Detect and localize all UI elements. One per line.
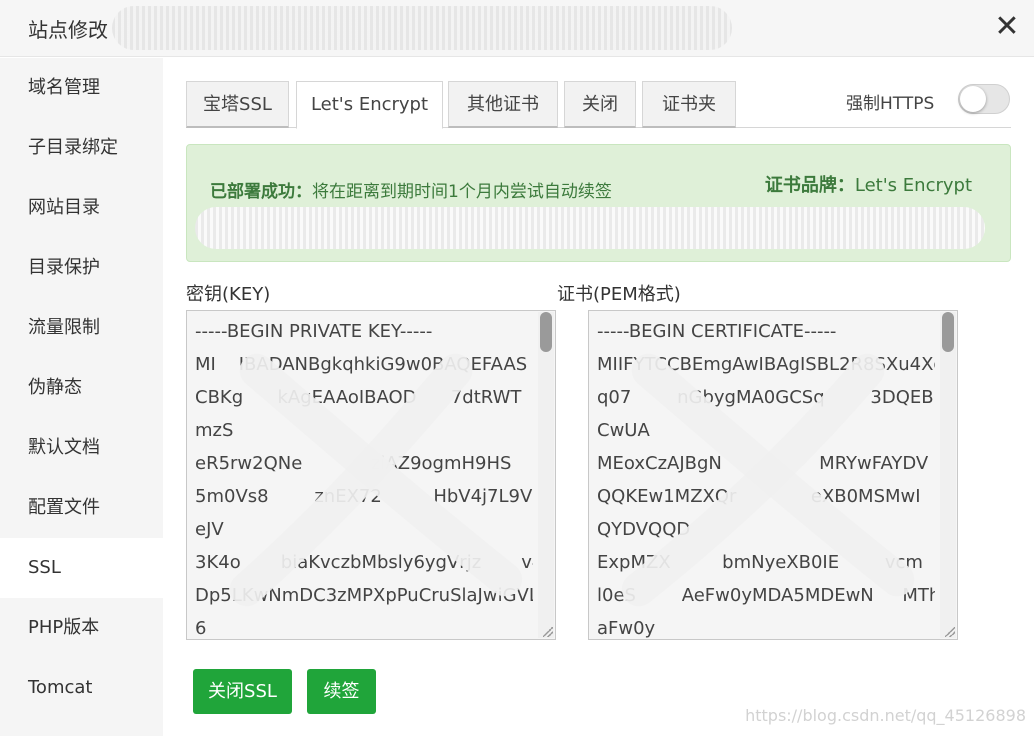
cert-brand-value: Let's Encrypt xyxy=(854,175,972,196)
private-key-textarea[interactable]: -----BEGIN PRIVATE KEY----- MI IBADANBgkq… xyxy=(186,310,556,640)
sidebar-item-traffic-limit[interactable]: 流量限制 xyxy=(0,298,163,358)
tab-baota-ssl[interactable]: 宝塔SSL xyxy=(186,81,289,128)
close-icon[interactable]: ✕ xyxy=(992,12,1022,42)
redacted-site-name xyxy=(112,6,732,50)
watermark: https://blog.csdn.net/qq_45126898 xyxy=(745,706,1026,725)
renew-button[interactable]: 续签 xyxy=(307,669,376,714)
sidebar-item-rewrite[interactable]: 伪静态 xyxy=(0,358,163,418)
sidebar-item-subdir-binding[interactable]: 子目录绑定 xyxy=(0,118,163,178)
tab-lets-encrypt[interactable]: Let's Encrypt xyxy=(296,81,443,129)
cert-brand-prefix: 证书品牌： xyxy=(764,175,855,196)
title-bar: 站点修改 ✕ xyxy=(0,0,1034,57)
cert-scrollbar-thumb[interactable] xyxy=(942,312,954,352)
sidebar-item-site-dir[interactable]: 网站目录 xyxy=(0,178,163,238)
sidebar: 域名管理 子目录绑定 网站目录 目录保护 流量限制 伪静态 默认文档 配置文件 … xyxy=(0,58,163,736)
cert-brand: 证书品牌：Let's Encrypt xyxy=(765,171,972,197)
tab-other-cert[interactable]: 其他证书 xyxy=(448,81,558,128)
tab-close[interactable]: 关闭 xyxy=(564,81,636,128)
certificate-text: -----BEGIN CERTIFICATE----- MIIFYTCCBEmgA… xyxy=(597,321,935,639)
sidebar-item-php-version[interactable]: PHP版本 xyxy=(0,598,163,658)
sidebar-item-ssl[interactable]: SSL xyxy=(0,538,163,598)
toggle-knob xyxy=(960,86,986,112)
sidebar-item-tomcat[interactable]: Tomcat xyxy=(0,658,163,718)
window-title: 站点修改 xyxy=(28,18,108,42)
key-scrollbar-thumb[interactable] xyxy=(540,312,552,352)
close-ssl-button[interactable]: 关闭SSL xyxy=(193,669,292,714)
deploy-status: 已部署成功：将在距离到期时间1个月内尝试自动续签 xyxy=(210,177,612,202)
force-https-toggle[interactable] xyxy=(958,84,1010,114)
redacted-domains xyxy=(195,207,985,249)
sidebar-item-config-file[interactable]: 配置文件 xyxy=(0,478,163,538)
force-https-label: 强制HTTPS xyxy=(846,94,935,114)
certificate-textarea[interactable]: -----BEGIN CERTIFICATE----- MIIFYTCCBEmgA… xyxy=(588,310,958,640)
cert-label: 证书(PEM格式) xyxy=(557,284,681,305)
cert-scrollbar[interactable] xyxy=(940,312,956,638)
key-label: 密钥(KEY) xyxy=(186,284,271,305)
deploy-status-notice: 已部署成功：将在距离到期时间1个月内尝试自动续签 证书品牌：Let's Encr… xyxy=(186,144,1011,262)
sidebar-item-domain[interactable]: 域名管理 xyxy=(0,58,163,118)
key-scrollbar[interactable] xyxy=(538,312,554,638)
deploy-status-text: 将在距离到期时间1个月内尝试自动续签 xyxy=(312,182,612,202)
sidebar-item-dir-protect[interactable]: 目录保护 xyxy=(0,238,163,298)
deploy-status-prefix: 已部署成功： xyxy=(210,182,312,202)
sidebar-item-default-doc[interactable]: 默认文档 xyxy=(0,418,163,478)
tab-cert-folder[interactable]: 证书夹 xyxy=(642,81,736,128)
private-key-text: -----BEGIN PRIVATE KEY----- MI IBADANBgkq… xyxy=(195,321,533,639)
resize-grip-icon[interactable] xyxy=(543,627,553,637)
resize-grip-icon[interactable] xyxy=(945,627,955,637)
